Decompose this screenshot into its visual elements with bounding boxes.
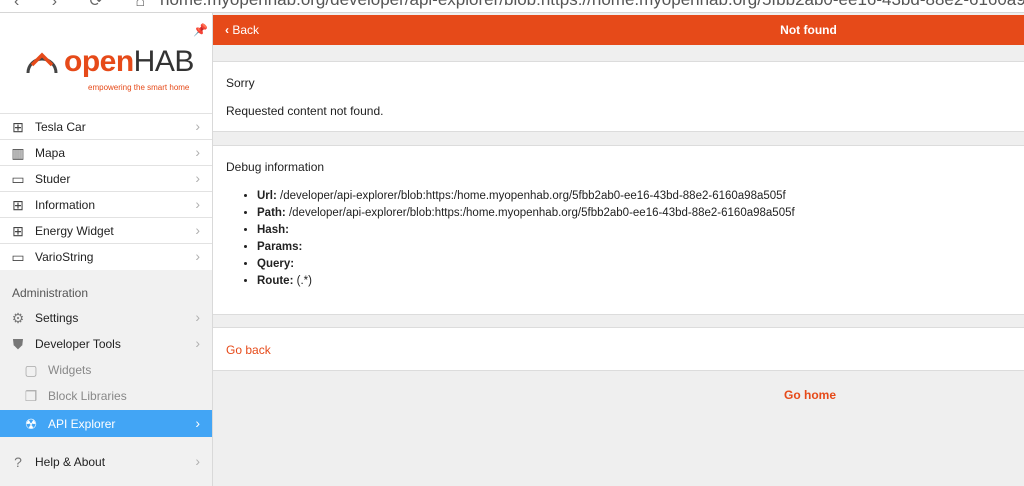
sidebar-item-widgets[interactable]: ▢ Widgets (0, 357, 212, 383)
logo-word: openHAB (64, 45, 194, 78)
debug-hash: Hash: (257, 222, 795, 239)
gear-icon: ⚙ (11, 310, 25, 326)
chevron-right-icon: › (195, 309, 200, 325)
grid-icon: ⊞ (12, 197, 24, 213)
logo-tagline: empowering the smart home (88, 83, 190, 92)
sidebar-item-settings[interactable]: ⚙ Settings › (0, 305, 212, 331)
openhab-logo[interactable]: openHAB empowering the smart home (24, 43, 194, 93)
chevron-right-icon: › (195, 248, 200, 264)
chevron-right-icon: › (195, 415, 200, 431)
not-found-card: Sorry Requested content not found. (213, 61, 1024, 132)
chevron-right-icon: › (195, 196, 200, 212)
chevron-right-icon: › (195, 170, 200, 186)
not-found-message: Requested content not found. (226, 104, 384, 118)
sidebar-item-developer-tools[interactable]: ⛊ Developer Tools › (0, 331, 212, 357)
sidebar: 📌 openHAB empowering the smart home ⊞ Te… (0, 13, 213, 486)
debug-query: Query: (257, 256, 795, 273)
sidebar-item-help-about[interactable]: ? Help & About › (0, 449, 212, 475)
sorry-text: Sorry (226, 76, 255, 90)
debug-url: Url: /developer/api-explorer/blob:https:… (257, 188, 795, 205)
map-icon: ▥ (11, 145, 25, 161)
sidebar-item-tesla-car[interactable]: ⊞ Tesla Car › (0, 113, 212, 140)
logo-house-icon (26, 52, 58, 74)
go-back-card: Go back (213, 327, 1024, 371)
grid-icon: ⊞ (12, 223, 24, 239)
debug-title: Debug information (226, 160, 325, 174)
sidebar-item-api-explorer[interactable]: ☢ API Explorer › (0, 410, 212, 437)
chevron-right-icon: › (195, 335, 200, 351)
pin-icon[interactable]: 📌 (193, 23, 208, 37)
shield-icon: ⛊ (12, 336, 24, 352)
debug-params: Params: (257, 239, 795, 256)
radiation-icon: ☢ (24, 416, 38, 432)
sidebar-item-variostring[interactable]: ▭ VarioString › (0, 243, 212, 270)
sidebar-item-information[interactable]: ⊞ Information › (0, 191, 212, 218)
chevron-right-icon: › (195, 453, 200, 469)
sidebar-item-block-libraries[interactable]: ❐ Block Libraries (0, 383, 212, 409)
go-back-link[interactable]: Go back (226, 343, 271, 357)
sidebar-item-studer[interactable]: ▭ Studer › (0, 165, 212, 192)
grid-icon: ⊞ (12, 119, 24, 135)
widgets-icon: ▢ (24, 362, 38, 378)
sidebar-item-energy-widget[interactable]: ⊞ Energy Widget › (0, 217, 212, 244)
admin-title: Administration (12, 286, 89, 300)
debug-path: Path: /developer/api-explorer/blob:https… (257, 205, 795, 222)
chevron-right-icon: › (195, 222, 200, 238)
device-icon: ▭ (11, 249, 25, 265)
debug-list: Url: /developer/api-explorer/blob:https:… (257, 188, 795, 290)
go-home-link[interactable]: Go home (784, 388, 836, 402)
help-icon: ? (14, 454, 22, 470)
sidebar-item-mapa[interactable]: ▥ Mapa › (0, 139, 212, 166)
page-title: Not found (780, 23, 837, 37)
debug-route: Route: (.*) (257, 273, 795, 290)
chevron-right-icon: › (195, 144, 200, 160)
blocks-icon: ❐ (24, 388, 38, 404)
chevron-right-icon: › (195, 118, 200, 134)
browser-nav-icons[interactable]: ‹ › ⟳ ⌂ (14, 0, 159, 11)
browser-toolbar: ‹ › ⟳ ⌂ home.myopenhab.org/developer/api… (0, 0, 1024, 13)
device-icon: ▭ (11, 171, 25, 187)
address-bar[interactable]: home.myopenhab.org/developer/api-explore… (160, 0, 1024, 10)
debug-card: Debug information Url: /developer/api-ex… (213, 145, 1024, 315)
page-header: ‹ Back Not found (213, 15, 1024, 45)
